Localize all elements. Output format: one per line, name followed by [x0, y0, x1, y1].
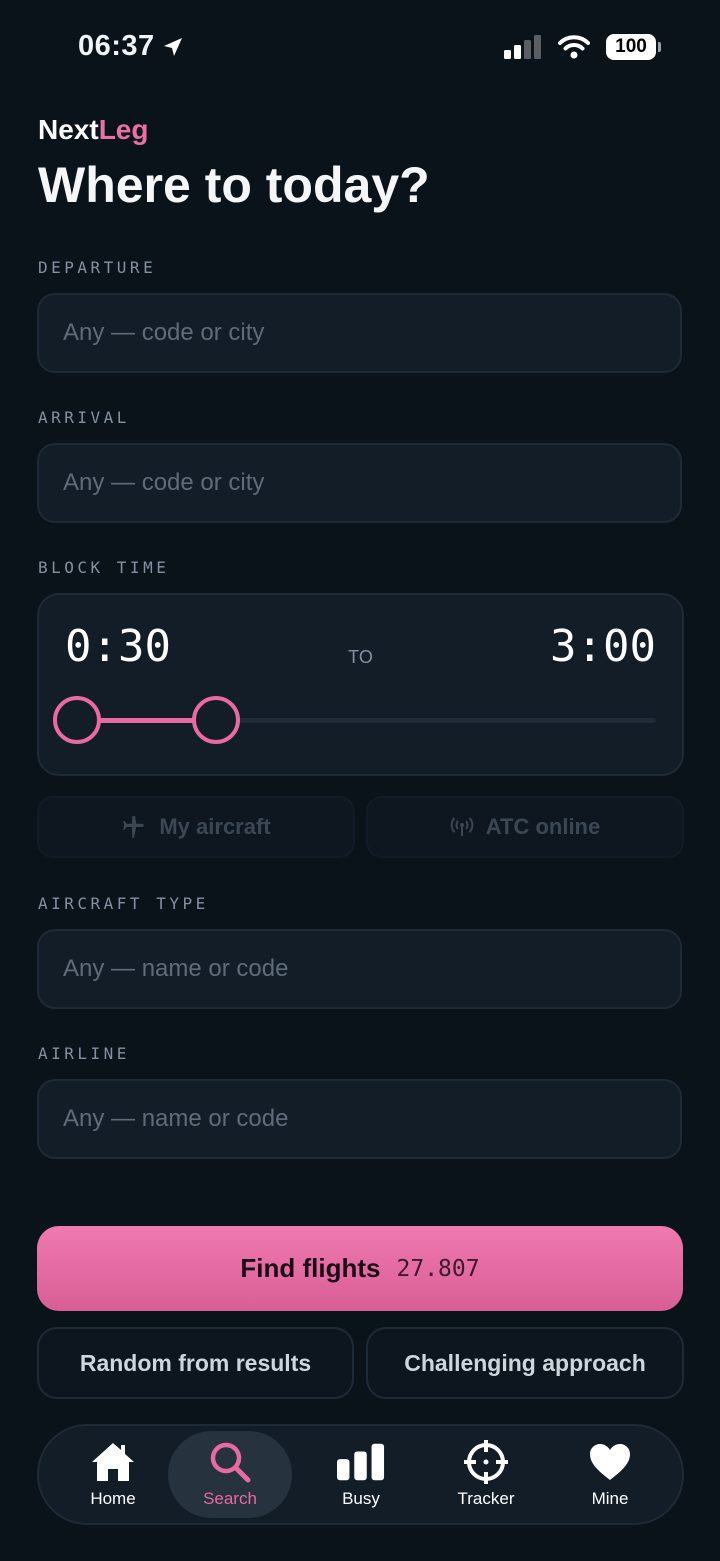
- cellular-signal-icon: [504, 35, 541, 59]
- block-time-card: 0:30 TO 3:00: [37, 593, 684, 776]
- airline-input[interactable]: [37, 1079, 682, 1159]
- search-icon: [210, 1442, 251, 1482]
- challenging-approach-button[interactable]: Challenging approach: [366, 1327, 684, 1399]
- my-aircraft-toggle[interactable]: My aircraft: [37, 796, 355, 858]
- wifi-icon: [558, 35, 590, 59]
- aircraft-type-input[interactable]: [37, 929, 682, 1009]
- tab-home-label: Home: [90, 1488, 136, 1508]
- clock-text: 06:37: [78, 30, 155, 62]
- tab-tracker[interactable]: Tracker: [424, 1426, 548, 1523]
- heart-icon: [590, 1443, 630, 1480]
- tab-mine[interactable]: Mine: [548, 1426, 672, 1523]
- airline-label: AIRLINE: [38, 1044, 130, 1063]
- arrival-label: ARRIVAL: [38, 408, 130, 427]
- brand-part-leg: Leg: [98, 114, 149, 145]
- battery-level: 100: [615, 36, 647, 57]
- tab-home[interactable]: Home: [51, 1426, 175, 1523]
- tab-bar: Home Search Busy Tracker Mine: [37, 1424, 684, 1525]
- result-count: 27.807: [396, 1255, 480, 1282]
- atc-online-toggle[interactable]: ATC online: [366, 796, 684, 858]
- bar-chart-icon: [337, 1443, 385, 1480]
- tab-busy-label: Busy: [342, 1488, 380, 1508]
- departure-input[interactable]: [37, 293, 682, 373]
- arrival-input[interactable]: [37, 443, 682, 523]
- find-flights-button[interactable]: Find flights 27.807: [37, 1226, 683, 1311]
- tab-search[interactable]: Search: [168, 1431, 292, 1518]
- brand-part-next: Next: [38, 114, 99, 145]
- antenna-icon: [450, 817, 474, 836]
- my-aircraft-label: My aircraft: [159, 814, 271, 839]
- page-title: Where to today?: [38, 157, 430, 213]
- block-time-label: BLOCK TIME: [38, 558, 170, 577]
- status-indicators: 100: [504, 34, 661, 60]
- block-time-slider-track[interactable]: [53, 696, 656, 744]
- random-from-results-button[interactable]: Random from results: [37, 1327, 354, 1399]
- tab-mine-label: Mine: [591, 1488, 629, 1508]
- block-time-max: 3:00: [550, 621, 656, 672]
- home-icon: [92, 1442, 134, 1481]
- crosshair-icon: [464, 1439, 508, 1484]
- brand-logo: NextLeg: [38, 114, 148, 146]
- airplane-icon: [123, 816, 145, 838]
- battery-indicator: 100: [606, 34, 661, 60]
- find-flights-label: Find flights: [240, 1253, 381, 1283]
- block-time-min-handle[interactable]: [53, 696, 101, 744]
- aircraft-type-label: AIRCRAFT TYPE: [38, 894, 209, 913]
- tab-search-label: Search: [203, 1488, 257, 1508]
- location-arrow-icon: [163, 37, 182, 56]
- departure-label: DEPARTURE: [38, 258, 157, 277]
- tab-busy[interactable]: Busy: [299, 1426, 423, 1523]
- status-time: 06:37: [78, 30, 185, 63]
- tab-tracker-label: Tracker: [457, 1488, 515, 1508]
- atc-online-label: ATC online: [485, 814, 601, 839]
- block-time-max-handle[interactable]: [191, 696, 240, 744]
